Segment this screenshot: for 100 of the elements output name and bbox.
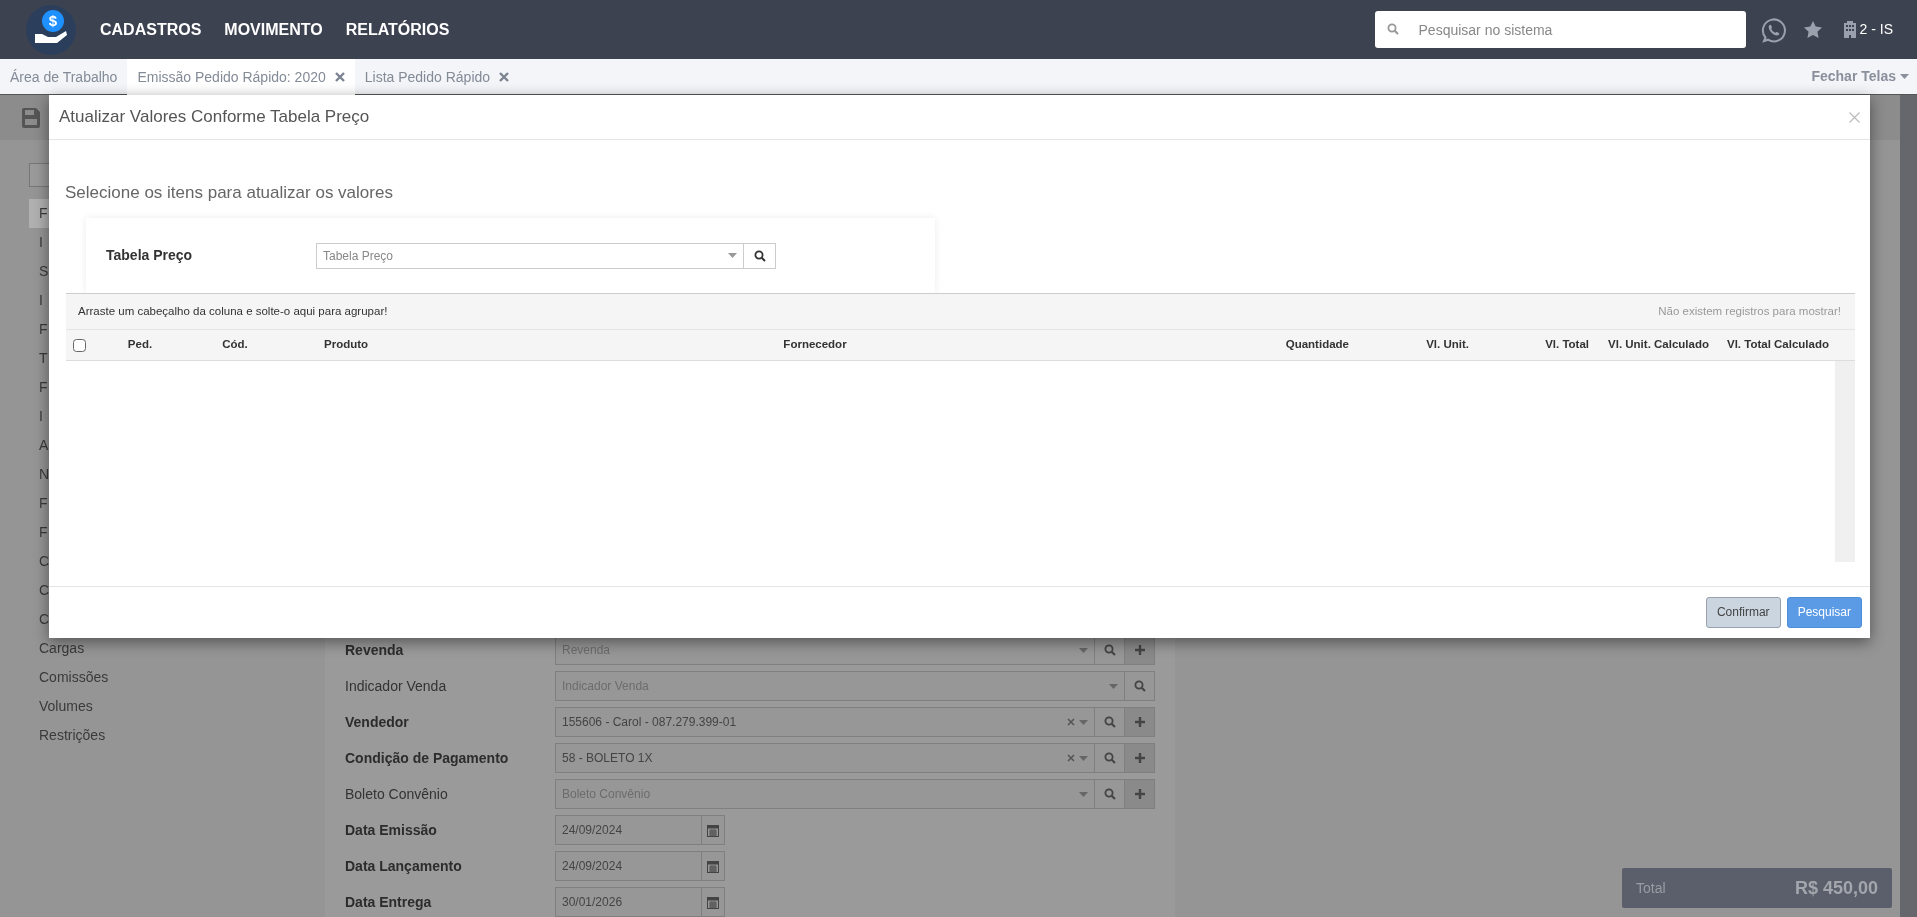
field-label: Boleto Convênio bbox=[345, 784, 449, 804]
caret-icon bbox=[1079, 755, 1088, 761]
company-label[interactable]: 2 - IS bbox=[1859, 19, 1893, 40]
sidebar-item[interactable]: N bbox=[29, 460, 49, 489]
sidebar-item[interactable]: F bbox=[29, 489, 49, 518]
date-field[interactable]: 24/09/2024 bbox=[555, 851, 702, 881]
field-label: Tabela Preço bbox=[106, 246, 194, 265]
caret-icon bbox=[1109, 683, 1118, 689]
search-icon bbox=[1103, 644, 1116, 656]
clear-icon[interactable] bbox=[1067, 718, 1075, 726]
caret-icon bbox=[1079, 719, 1088, 725]
calendar-icon bbox=[707, 859, 719, 873]
sidebar-item[interactable]: A bbox=[29, 431, 49, 460]
sidebar-item[interactable]: I bbox=[29, 228, 49, 257]
column-header[interactable]: Vl. Total bbox=[1475, 336, 1595, 354]
scrollbar[interactable] bbox=[1900, 95, 1917, 917]
calendar-button[interactable] bbox=[702, 851, 725, 881]
close-button[interactable] bbox=[1849, 111, 1860, 123]
field-label: Vendedor bbox=[345, 712, 410, 732]
tab[interactable]: Emissão Pedido Rápido: 2020 bbox=[127, 59, 355, 95]
field-label: Condição de Pagamento bbox=[345, 748, 510, 768]
sidebar-item[interactable]: Restrições bbox=[29, 721, 108, 750]
clear-icon[interactable] bbox=[1067, 754, 1075, 762]
confirm-button[interactable]: Confirmar bbox=[1705, 596, 1781, 628]
sidebar-item[interactable]: F bbox=[29, 518, 49, 547]
sidebar-item[interactable]: C bbox=[29, 605, 49, 634]
total-label: Total bbox=[1636, 878, 1666, 898]
select-field[interactable]: Tabela Preço bbox=[316, 242, 744, 269]
search-field[interactable]: Pesquisar no sistema bbox=[1374, 11, 1746, 48]
search-icon bbox=[1103, 788, 1116, 800]
search-icon bbox=[1103, 752, 1116, 764]
sidebar-item[interactable]: Comissões bbox=[29, 663, 111, 692]
column-header[interactable]: Vl. Unit. Calculado bbox=[1595, 336, 1715, 354]
group-hint: Arraste um cabeçalho da coluna e solte-o aqui para agrupar! bbox=[78, 303, 388, 319]
empty-message: Não existem registros para mostrar! bbox=[1658, 303, 1841, 319]
caret-icon bbox=[728, 253, 737, 258]
column-header[interactable]: Vl. Total Calculado bbox=[1715, 336, 1835, 354]
search-icon bbox=[1133, 680, 1146, 692]
field-label: Data Lançamento bbox=[345, 856, 463, 876]
sidebar-item[interactable]: I bbox=[29, 286, 49, 315]
select-all-checkbox[interactable] bbox=[73, 338, 86, 352]
calendar-button[interactable] bbox=[702, 815, 725, 845]
date-field[interactable]: 24/09/2024 bbox=[555, 815, 702, 845]
tab[interactable]: Área de Trabalho bbox=[0, 59, 128, 95]
sidebar-item[interactable]: Cargas bbox=[29, 634, 87, 663]
scrollbar[interactable] bbox=[1835, 361, 1855, 562]
field-label: Data Entrega bbox=[345, 892, 433, 912]
date-field[interactable]: 30/01/2026 bbox=[555, 887, 702, 917]
column-header[interactable]: Vl. Unit. bbox=[1355, 336, 1475, 354]
sidebar-item[interactable]: F bbox=[29, 199, 49, 228]
save-icon[interactable] bbox=[22, 107, 40, 128]
column-header[interactable]: Cód. bbox=[170, 336, 300, 354]
menu-link[interactable]: RELATÓRIOS bbox=[345, 17, 450, 42]
column-header[interactable]: Quantidade bbox=[1070, 336, 1355, 354]
total-value: R$ 450,00 bbox=[1794, 876, 1878, 900]
building-icon[interactable] bbox=[1843, 21, 1856, 38]
field-label: Revenda bbox=[345, 640, 405, 660]
sidebar-item[interactable]: I bbox=[29, 402, 49, 431]
star-icon[interactable] bbox=[1803, 21, 1822, 38]
plus-icon bbox=[1134, 717, 1145, 727]
search-button[interactable] bbox=[744, 242, 776, 269]
close-icon bbox=[1849, 111, 1860, 123]
caret-icon bbox=[1079, 647, 1088, 653]
search-field[interactable] bbox=[29, 163, 49, 187]
search-button[interactable]: Pesquisar bbox=[1786, 596, 1862, 628]
calendar-icon bbox=[707, 895, 719, 909]
select-field[interactable]: 58 - BOLETO 1X bbox=[555, 743, 1095, 773]
plus-icon bbox=[1134, 789, 1145, 799]
search-icon bbox=[753, 249, 766, 262]
column-header[interactable]: Ped. bbox=[110, 336, 170, 354]
close-icon[interactable] bbox=[334, 72, 345, 82]
sidebar-item[interactable]: F bbox=[29, 315, 49, 344]
plus-icon bbox=[1134, 753, 1145, 763]
chat-icon[interactable] bbox=[1759, 16, 1786, 43]
column-header[interactable]: Produto bbox=[300, 336, 560, 354]
caret-icon bbox=[1900, 74, 1909, 79]
search-icon bbox=[1386, 23, 1399, 35]
sidebar-item[interactable]: Volumes bbox=[29, 692, 95, 721]
plus-icon bbox=[1134, 645, 1145, 655]
calendar-button[interactable] bbox=[702, 887, 725, 917]
logo: $ bbox=[26, 4, 76, 55]
menu-link[interactable]: CADASTROS bbox=[100, 17, 202, 42]
dialog-title: Atualizar Valores Conforme Tabela Preço bbox=[59, 106, 370, 129]
close-icon[interactable] bbox=[499, 72, 510, 82]
column-header[interactable]: Fornecedor bbox=[560, 336, 1070, 354]
sidebar-item[interactable]: C bbox=[29, 547, 49, 576]
calendar-icon bbox=[707, 823, 719, 837]
caret-icon bbox=[1079, 791, 1088, 797]
search-icon bbox=[1103, 716, 1116, 728]
sidebar-item[interactable]: F bbox=[29, 373, 49, 402]
menu-link[interactable]: MOVIMENTO bbox=[224, 17, 323, 42]
close-screens-menu[interactable]: Fechar Telas bbox=[1811, 59, 1909, 94]
tab[interactable]: Lista Pedido Rápido bbox=[354, 59, 520, 95]
dialog-subtitle: Selecione os itens para atualizar os valores bbox=[64, 182, 394, 204]
sidebar-item[interactable]: S bbox=[29, 257, 49, 286]
sidebar-item[interactable]: C bbox=[29, 576, 49, 605]
sidebar-item[interactable]: T bbox=[29, 344, 49, 373]
field-label: Data Emissão bbox=[345, 820, 438, 840]
field-label: Indicador Venda bbox=[345, 676, 448, 696]
select-field[interactable]: 155606 - Carol - 087.279.399-01 bbox=[555, 707, 1095, 737]
